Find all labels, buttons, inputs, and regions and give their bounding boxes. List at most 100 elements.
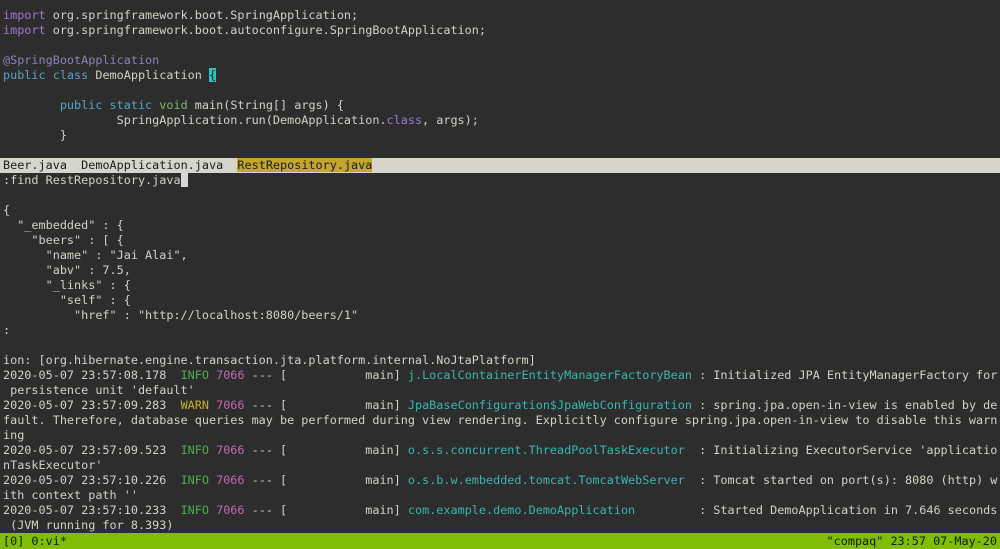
text-segment	[223, 158, 237, 172]
log-timestamp: 2020-05-07 23:57:10.233	[3, 503, 181, 517]
code-line: SpringApplication.run(DemoApplication.cl…	[0, 113, 1000, 128]
text-segment	[3, 98, 60, 112]
logger-name: JpaBaseConfiguration$JpaWebConfiguration	[408, 398, 692, 412]
logger-name: o.s.b.w.embedded.tomcat.TomcatWebServer	[408, 473, 685, 487]
text-segment: main(String[] args) {	[188, 98, 344, 112]
text-segment	[67, 158, 81, 172]
log-line: ing	[0, 428, 1000, 443]
text-segment: :	[3, 323, 10, 337]
terminal-content: import org.springframework.boot.SpringAp…	[0, 0, 1000, 533]
text-segment: : Tomcat started on port(s): 8080 (http)…	[685, 473, 998, 487]
pager-prompt: :	[0, 323, 1000, 338]
text-segment: --- [ main]	[245, 473, 408, 487]
log-pid: 7066	[216, 398, 244, 412]
code-line: @SpringBootApplication	[0, 53, 1000, 68]
text-segment: --- [ main]	[245, 368, 408, 382]
text-segment: persistence unit 'default'	[3, 383, 195, 397]
text-segment: "_links" : {	[3, 278, 131, 292]
blank-line	[0, 83, 1000, 98]
json-line: "href" : "http://localhost:8080/beers/1"	[0, 308, 1000, 323]
wildmenu-item-demoapplication: DemoApplication.java	[81, 158, 223, 172]
log-level-info: INFO	[181, 503, 209, 517]
logger-name: o.s.s.concurrent.ThreadPoolTaskExecutor	[408, 443, 685, 457]
cursor-block	[181, 173, 188, 187]
text-segment: : Initialized JPA EntityManagerFactory f…	[692, 368, 997, 382]
code-line: public static void main(String[] args) {	[0, 98, 1000, 113]
tmux-status-right: "compaq" 23:57 07-May-20	[827, 533, 997, 549]
text-segment: --- [ main]	[245, 503, 408, 517]
log-line: persistence unit 'default'	[0, 383, 1000, 398]
text-segment: --- [ main]	[245, 398, 408, 412]
log-line: 2020-05-07 23:57:08.178 INFO 7066 --- [ …	[0, 368, 1000, 383]
log-level-info: INFO	[181, 368, 209, 382]
text-segment: : spring.jpa.open-in-view is enabled by …	[692, 398, 997, 412]
text-segment: "self" : {	[3, 293, 131, 307]
log-pid: 7066	[216, 473, 244, 487]
text-segment: nTaskExecutor'	[3, 458, 102, 472]
keyword-import: import	[3, 23, 46, 37]
keyword-void: void	[159, 98, 187, 112]
text-segment: org.springframework.boot.autoconfigure.S…	[46, 23, 486, 37]
logger-name: j.LocalContainerEntityManagerFactoryBean	[408, 368, 692, 382]
text-segment: ith context path ''	[3, 488, 138, 502]
keyword-public-static: public static	[60, 98, 152, 112]
json-line: "abv" : 7.5,	[0, 263, 1000, 278]
text-segment: "_embedded" : {	[3, 218, 124, 232]
text-segment: }	[3, 128, 67, 142]
json-line: "name" : "Jai Alai",	[0, 248, 1000, 263]
keyword-class-literal: class	[387, 113, 423, 127]
log-timestamp: 2020-05-07 23:57:10.226	[3, 473, 181, 487]
code-line: }	[0, 128, 1000, 143]
tmux-status-bar: [0] 0:vi* "compaq" 23:57 07-May-20	[0, 533, 1000, 549]
log-level-warn: WARN	[181, 398, 209, 412]
log-timestamp: 2020-05-07 23:57:08.178	[3, 368, 181, 382]
text-segment: :find RestRepository.java	[3, 173, 181, 187]
wildmenu-item-selected-restrepository: RestRepository.java	[237, 158, 372, 172]
wildmenu-item-beer: Beer.java	[3, 158, 67, 172]
text-segment: ion: [org.hibernate.engine.transaction.j…	[3, 353, 536, 367]
log-line: 2020-05-07 23:57:10.233 INFO 7066 --- [ …	[0, 503, 1000, 518]
text-segment: DemoApplication	[88, 68, 209, 82]
json-line: "_links" : {	[0, 278, 1000, 293]
log-line: ith context path ''	[0, 488, 1000, 503]
text-segment: org.springframework.boot.SpringApplicati…	[46, 8, 359, 22]
text-segment: "name" : "Jai Alai",	[3, 248, 188, 262]
text-segment: "abv" : 7.5,	[3, 263, 131, 277]
logger-name: com.example.demo.DemoApplication	[408, 503, 635, 517]
log-line: 2020-05-07 23:57:09.283 WARN 7066 --- [ …	[0, 398, 1000, 413]
blank-line	[0, 338, 1000, 353]
keyword-import: import	[3, 8, 46, 22]
annotation-springbootapplication: @SpringBootApplication	[3, 53, 159, 67]
text-segment: fault. Therefore, database queries may b…	[3, 413, 997, 427]
text-segment: ing	[3, 428, 24, 442]
log-pid: 7066	[216, 443, 244, 457]
log-pid: 7066	[216, 503, 244, 517]
json-line: {	[0, 203, 1000, 218]
keyword-public-class: public class	[3, 68, 88, 82]
log-line: 2020-05-07 23:57:10.226 INFO 7066 --- [ …	[0, 473, 1000, 488]
text-segment: {	[3, 203, 10, 217]
text-segment: (JVM running for 8.393)	[3, 518, 173, 532]
log-level-info: INFO	[181, 473, 209, 487]
json-line: "self" : {	[0, 293, 1000, 308]
log-line: ion: [org.hibernate.engine.transaction.j…	[0, 353, 1000, 368]
blank-line	[0, 143, 1000, 158]
text-segment: --- [ main]	[245, 443, 408, 457]
text-segment: "beers" : [ {	[3, 233, 124, 247]
code-line: import org.springframework.boot.autoconf…	[0, 23, 1000, 38]
log-timestamp: 2020-05-07 23:57:09.523	[3, 443, 181, 457]
vim-wildmenu-bar: Beer.java DemoApplication.java RestRepos…	[0, 158, 1000, 173]
log-line: 2020-05-07 23:57:09.523 INFO 7066 --- [ …	[0, 443, 1000, 458]
terminal-screen[interactable]: import org.springframework.boot.SpringAp…	[0, 0, 1000, 549]
text-segment: : Started DemoApplication in 7.646 secon…	[635, 503, 997, 517]
log-level-info: INFO	[181, 443, 209, 457]
blank-line	[0, 188, 1000, 203]
text-segment: SpringApplication.run(DemoApplication.	[3, 113, 387, 127]
text-segment: "href" : "http://localhost:8080/beers/1"	[3, 308, 358, 322]
log-line: fault. Therefore, database queries may b…	[0, 413, 1000, 428]
log-pid: 7066	[216, 368, 244, 382]
tmux-window-list[interactable]: [0] 0:vi*	[3, 533, 67, 549]
code-line: public class DemoApplication {	[0, 68, 1000, 83]
text-segment: , args);	[422, 113, 479, 127]
blank-line	[0, 38, 1000, 53]
